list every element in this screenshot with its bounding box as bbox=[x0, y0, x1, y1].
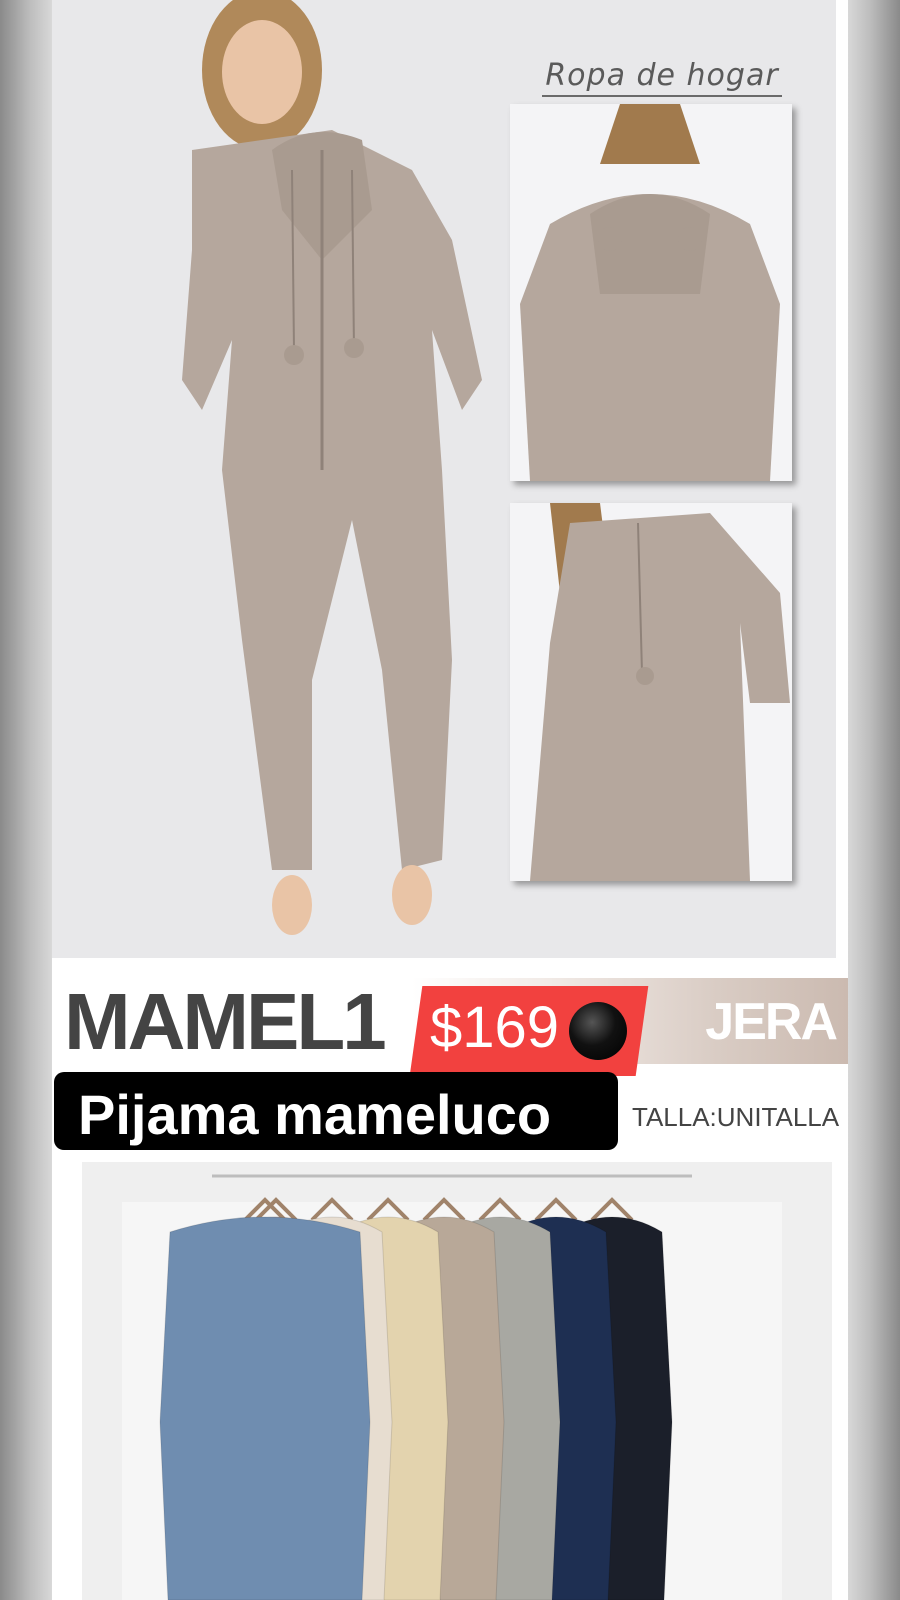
model-front-photo bbox=[122, 0, 502, 958]
product-code: MAMEL1 bbox=[64, 977, 387, 1066]
product-name: Pijama mameluco bbox=[78, 1083, 552, 1146]
brand-logo: JERA bbox=[705, 993, 838, 1051]
product-photo-panel: Ropa de hogar bbox=[52, 0, 836, 958]
price-label: $169 bbox=[430, 995, 560, 1060]
product-flyer: Ropa de hogar JERA MAMEL1 $169 Pijama ma… bbox=[52, 0, 848, 1600]
color-variants-photo bbox=[82, 1162, 832, 1600]
section-title: Ropa de hogar bbox=[542, 58, 782, 97]
product-info: JERA MAMEL1 $169 Pijama mameluco TALLA:U… bbox=[52, 958, 848, 1158]
size-label: TALLA:UNITALLA bbox=[632, 1102, 840, 1132]
model-back-photo bbox=[510, 104, 792, 481]
onesie-variant bbox=[159, 1216, 371, 1600]
black-circle-icon bbox=[569, 1002, 627, 1060]
model-side-photo bbox=[510, 503, 792, 881]
